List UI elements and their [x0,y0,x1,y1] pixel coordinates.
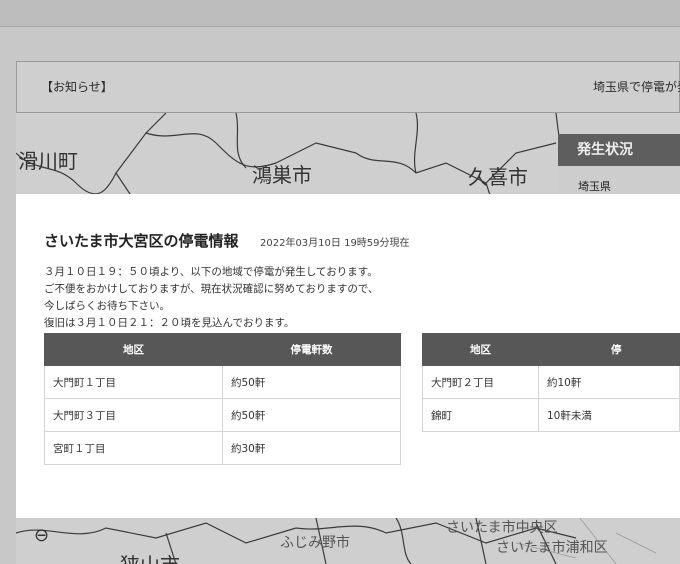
message-line: ３月１０日１９：５０頃より、以下の地域で停電が発生しております。 [44,266,378,278]
browser-top-bar [0,0,680,27]
area-cell: 大門町２丁目 [422,365,539,399]
outage-message: ３月１０日１９：５０頃より、以下の地域で停電が発生しております。 ご不便をおかけ… [44,264,378,332]
modal-timestamp: 2022年03月10日 19時59分現在 [260,238,410,249]
table-row: 大門町２丁目 約10軒 [422,365,680,399]
map-label-saitama-chuo: さいたま市中央区 [446,520,558,536]
column-header-area: 地区 [44,333,223,366]
table-row: 錦町 10軒未満 [422,398,680,432]
outage-table-left: 地区 停電軒数 大門町１丁目 約50軒 大門町３丁目 約50軒 宮町１丁目 約3… [44,333,401,465]
table-row: 大門町３丁目 約50軒 [44,398,401,432]
count-cell: 約50軒 [222,398,401,432]
count-cell: 約50軒 [222,365,401,399]
notice-scroll-text: 埼玉県で停電が発 [593,80,680,94]
message-line: 復旧は３月１０日２１：２０頃を見込んでおります。 [44,317,295,329]
map-label-kuki: 久喜市 [468,165,528,189]
map-label-konosu: 鴻巣市 [252,163,312,187]
column-header-count: 停 [537,333,680,366]
modal-title: さいたま市大宮区の停電情報 [44,232,239,250]
area-cell: 大門町３丁目 [44,398,223,432]
message-line: 今しばらくお待ち下さい。 [44,300,170,312]
map-label-sayama: 狭山市 [120,549,180,564]
area-cell: 宮町１丁目 [44,431,223,465]
outage-table-right: 地区 停 大門町２丁目 約10軒 錦町 10軒未満 [422,333,680,432]
table-row: 宮町１丁目 約30軒 [44,431,401,465]
status-panel: 発生状況 埼玉県 [558,134,680,194]
map-label-fujimino: ふじみ野市 [280,535,350,551]
area-cell: 錦町 [422,398,539,432]
count-cell: 約30軒 [222,431,401,465]
area-cell: 大門町１丁目 [44,365,223,399]
zoom-out-icon[interactable]: ⊖ [34,525,54,546]
map-label-saitama-urawa: さいたま市浦和区 [496,540,608,556]
notice-label: 【お知らせ】 [41,80,113,94]
status-panel-title: 発生状況 [558,134,680,166]
message-line: ご不便をおかけしておりますが、現在状況確認に努めておりますので、 [44,283,379,295]
column-header-area: 地区 [422,333,539,366]
outage-info-modal: さいたま市大宮区の停電情報 2022年03月10日 19時59分現在 ３月１０日… [16,194,680,518]
table-row: 大門町１丁目 約50軒 [44,365,401,399]
column-header-count: 停電軒数 [222,333,401,366]
count-cell: 約10軒 [537,365,680,399]
notice-bar: 【お知らせ】 埼玉県で停電が発 [16,61,680,113]
map-label-namegawa: 滑川町 [18,149,78,173]
status-panel-region[interactable]: 埼玉県 [558,166,680,194]
count-cell: 10軒未満 [537,398,680,432]
